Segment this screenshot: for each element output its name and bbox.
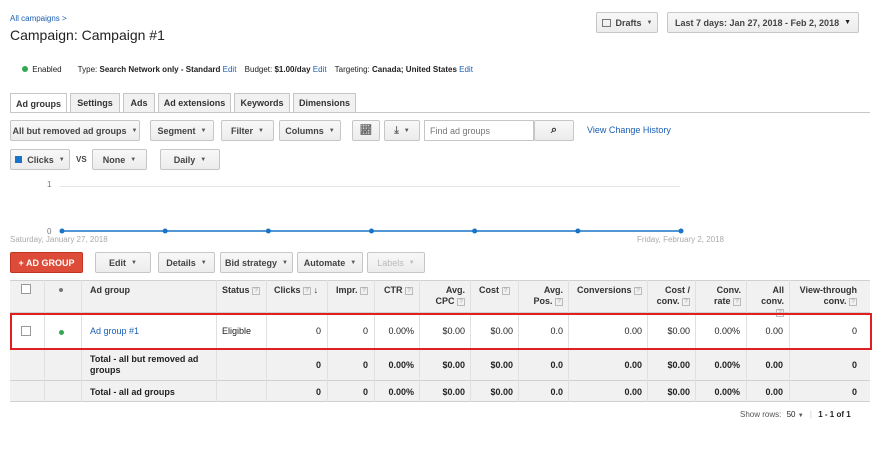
help-icon[interactable]: ?: [634, 286, 643, 295]
total-all-cost-conv: $0.00: [667, 387, 690, 397]
clicks-data-point[interactable]: [162, 228, 168, 234]
edit-dropdown[interactable]: Edit ▼: [95, 252, 151, 273]
labels-dropdown[interactable]: Labels ▼: [367, 252, 425, 273]
total-removed-label-line1: Total - all but removed ad: [90, 354, 199, 364]
help-icon[interactable]: ?: [733, 297, 741, 306]
total-removed-cost: $0.00: [490, 360, 513, 370]
status-column-dot-icon: [59, 288, 63, 292]
header-conv-rate-line2: rate: [713, 296, 731, 306]
help-icon[interactable]: ?: [405, 286, 414, 295]
details-dropdown[interactable]: Details ▼: [158, 252, 215, 273]
x-label-start: Saturday, January 27, 2018: [10, 235, 108, 244]
total-removed-conversions: 0.00: [624, 360, 642, 370]
chevron-down-icon: ▼: [350, 259, 357, 266]
rows-per-page-select[interactable]: 50 ▼: [787, 410, 804, 419]
edit-label: Edit: [109, 257, 127, 268]
header-avg-pos-line2: Pos.: [533, 296, 553, 306]
clicks-data-point[interactable]: [678, 228, 684, 234]
select-all-checkbox[interactable]: [21, 284, 31, 294]
help-icon[interactable]: ?: [303, 286, 312, 295]
total-all-cost: $0.00: [490, 387, 513, 397]
automate-dropdown[interactable]: Automate ▼: [297, 252, 363, 273]
header-cost-conv-line2: conv.: [656, 296, 680, 306]
add-ad-group-button[interactable]: + AD GROUP: [10, 252, 83, 273]
total-removed-cost-conv: $0.00: [667, 360, 690, 370]
total-all-clicks: 0: [315, 387, 321, 397]
clicks-line-chart: [59, 228, 684, 234]
header-impr-label: Impr.: [336, 285, 358, 295]
clicks-data-point[interactable]: [369, 228, 374, 234]
header-cost-conv-line1: Cost /: [664, 285, 690, 295]
header-ctr-label: CTR: [384, 285, 403, 295]
header-all-conv-line1: All: [772, 285, 784, 295]
total-all-all-conv: 0.00: [765, 387, 783, 397]
clicks-data-point[interactable]: [575, 228, 581, 234]
header-avg-pos-line1: Avg.: [543, 285, 563, 295]
total-all-avg-cpc: $0.00: [442, 387, 465, 397]
header-clicks-label: Clicks: [274, 285, 301, 295]
clicks-data-point[interactable]: [265, 228, 271, 234]
rows-per-page-value: 50: [786, 410, 796, 419]
details-label: Details: [166, 257, 196, 268]
clicks-data-point[interactable]: [59, 228, 65, 234]
total-removed-label: Total - all but removed ad groups: [90, 354, 198, 376]
total-removed-impr: 0: [362, 360, 368, 370]
chevron-down-icon: ▼: [408, 259, 415, 266]
total-removed-all-conv: 0.00: [765, 360, 783, 370]
total-all-conversions: 0.00: [624, 387, 642, 397]
automate-label: Automate: [303, 257, 346, 268]
show-rows-label: Show rows:: [740, 410, 782, 419]
x-label-end: Friday, February 2, 2018: [637, 235, 725, 244]
total-all-conv-rate: 0.00%: [714, 387, 740, 397]
total-all-label: Total - all ad groups: [90, 387, 175, 397]
help-icon[interactable]: ?: [360, 286, 369, 295]
header-avg-cpc-line2: CPC: [435, 296, 455, 306]
total-removed-ctr: 0.00%: [388, 360, 414, 370]
total-all-avg-pos: 0.0: [550, 387, 563, 397]
total-removed-avg-pos: 0.0: [550, 360, 563, 370]
bid-strategy-dropdown[interactable]: Bid strategy ▼: [220, 252, 293, 273]
bid-strategy-label: Bid strategy: [225, 257, 278, 268]
chevron-down-icon: ▼: [282, 259, 288, 266]
header-vt-conv-line2: conv.: [823, 296, 847, 306]
header-conversions-label: Conversions: [577, 285, 632, 295]
page-range: 1 - 1 of 1: [818, 410, 851, 419]
total-removed-label-line2: groups: [90, 365, 121, 375]
chevron-down-icon: ▼: [797, 413, 804, 419]
help-icon[interactable]: ?: [457, 297, 465, 306]
help-icon[interactable]: ?: [501, 286, 510, 295]
help-icon[interactable]: ?: [682, 297, 690, 306]
header-all-conv-line2: conv.: [761, 296, 784, 306]
help-icon[interactable]: ?: [252, 286, 261, 295]
chevron-down-icon: ▼: [200, 259, 207, 266]
total-all-impr: 0: [362, 387, 368, 397]
clicks-data-point[interactable]: [472, 228, 478, 234]
header-status-label: Status: [222, 285, 250, 295]
row-divider: [10, 380, 870, 381]
header-vt-conv-line1: View-through: [799, 285, 857, 295]
highlight-box: [10, 313, 872, 350]
total-removed-avg-cpc: $0.00: [442, 360, 465, 370]
chevron-down-icon: ▼: [131, 259, 137, 266]
total-removed-conv-rate: 0.00%: [714, 360, 740, 370]
total-removed-view-through-conv: 0: [851, 360, 857, 370]
labels-label: Labels: [377, 257, 404, 268]
header-avg-cpc-line1: Avg.: [445, 285, 465, 295]
header-cost-label: Cost: [479, 285, 499, 295]
total-all-ctr: 0.00%: [388, 387, 414, 397]
sort-down-icon: ↓: [313, 285, 319, 295]
total-all-view-through-conv: 0: [851, 387, 857, 397]
help-icon[interactable]: ?: [849, 297, 857, 306]
header-conv-rate-line1: Conv.: [716, 285, 741, 295]
help-icon[interactable]: ?: [555, 297, 563, 306]
total-removed-clicks: 0: [315, 360, 321, 370]
pagination: Show rows: 50 ▼ | 1 - 1 of 1: [740, 410, 851, 419]
